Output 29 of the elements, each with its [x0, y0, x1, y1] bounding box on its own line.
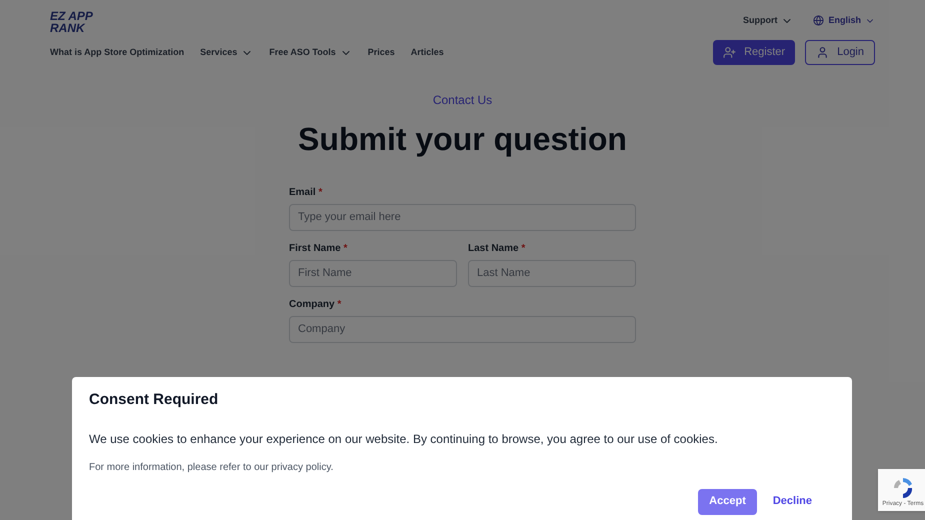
input-field[interactable]: First Name — [289, 260, 457, 286]
nav-link[interactable]: Free ASO Tools — [269, 46, 352, 60]
user-icon — [816, 46, 830, 58]
language-menu[interactable]: English — [813, 14, 875, 28]
page-heading: Submit your question — [298, 120, 627, 159]
input-field[interactable]: Company — [289, 316, 636, 342]
nav-link[interactable]: Prices — [368, 46, 395, 60]
register-button[interactable]: Register — [713, 40, 796, 64]
nav-link[interactable]: What is App Store Optimization — [50, 46, 184, 60]
field-label: Company * — [289, 298, 342, 312]
logo[interactable]: EZ APP RANK — [50, 10, 93, 34]
globe-icon — [813, 15, 824, 26]
input-field[interactable]: Type your email here — [289, 204, 636, 230]
consent-note: For more information, please refer to our privacy policy. — [89, 460, 334, 474]
input-field[interactable]: Last Name — [468, 260, 636, 286]
eyebrow-text: Contact Us — [432, 92, 492, 108]
dialog-title: Consent Required — [89, 390, 220, 410]
field-label: Last Name * — [468, 242, 526, 256]
user-plus-icon — [723, 46, 736, 58]
consent-message: We use cookies to enhance your experience on our website. By continuing to browse, you agree to our use of cookies. — [89, 430, 719, 448]
field-label: Email * — [289, 186, 324, 200]
recaptcha-icon — [891, 476, 915, 500]
nav-link[interactable]: Articles — [410, 46, 444, 60]
nav-link[interactable]: Services — [200, 46, 254, 60]
field-label: First Name * — [289, 242, 348, 256]
login-button[interactable]: Login — [805, 40, 875, 64]
accept-button[interactable]: Accept — [698, 488, 757, 514]
decline-button[interactable]: Decline — [766, 488, 818, 514]
support-menu[interactable]: Support — [742, 14, 794, 28]
